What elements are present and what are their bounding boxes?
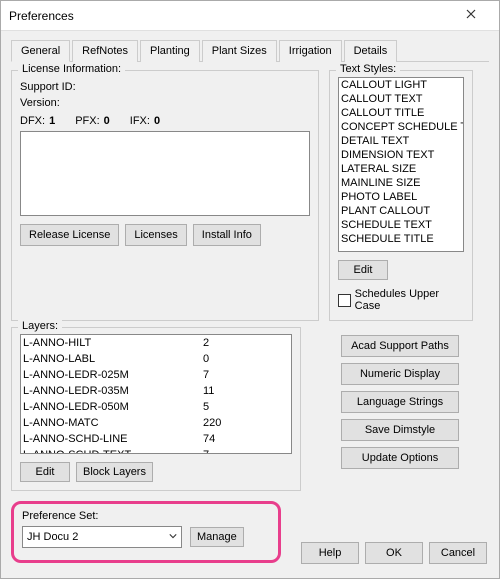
dfx-value: 1 <box>49 115 55 127</box>
titlebar: Preferences <box>1 1 499 31</box>
tab-strip: General RefNotes Planting Plant Sizes Ir… <box>11 39 489 62</box>
table-row[interactable]: L-ANNO-LABL0 <box>21 351 291 367</box>
schedules-upper-case-label: Schedules Upper Case <box>355 288 464 312</box>
numeric-display-button[interactable]: Numeric Display <box>341 363 459 385</box>
text-styles-legend: Text Styles: <box>336 63 400 75</box>
preference-set-legend: Preference Set: <box>22 510 270 522</box>
list-item[interactable]: SCHEDULE TITLE <box>339 232 463 246</box>
ifx-value: 0 <box>154 115 160 127</box>
acad-support-paths-button[interactable]: Acad Support Paths <box>341 335 459 357</box>
tab-irrigation[interactable]: Irrigation <box>279 40 342 62</box>
table-row[interactable]: L-ANNO-MATC220 <box>21 415 291 431</box>
list-item[interactable]: CALLOUT TEXT <box>339 92 463 106</box>
close-icon <box>466 9 476 22</box>
version-label: Version: <box>20 97 310 109</box>
tab-refnotes[interactable]: RefNotes <box>72 40 138 62</box>
licenses-button[interactable]: Licenses <box>125 224 186 246</box>
block-layers-button[interactable]: Block Layers <box>76 462 153 482</box>
dialog-buttons: Help OK Cancel <box>301 542 487 564</box>
text-styles-list[interactable]: CALLOUT LIGHT CALLOUT TEXT CALLOUT TITLE… <box>338 77 464 252</box>
tab-details[interactable]: Details <box>344 40 398 62</box>
save-dimstyle-button[interactable]: Save Dimstyle <box>341 419 459 441</box>
license-counts: DFX: 1 PFX: 0 IFX: 0 <box>20 115 310 127</box>
table-row[interactable]: L-ANNO-SCHD-LINE74 <box>21 431 291 447</box>
schedules-upper-case-checkbox[interactable]: Schedules Upper Case <box>338 288 464 312</box>
license-group: License Information: Support ID: Version… <box>11 70 319 321</box>
release-license-button[interactable]: Release License <box>20 224 119 246</box>
tab-planting[interactable]: Planting <box>140 40 200 62</box>
text-styles-group: Text Styles: CALLOUT LIGHT CALLOUT TEXT … <box>329 70 473 321</box>
support-id-label: Support ID: <box>20 81 310 93</box>
table-row[interactable]: L-ANNO-LEDR-025M7 <box>21 367 291 383</box>
layers-list[interactable]: L-ANNO-HILT2 L-ANNO-LABL0 L-ANNO-LEDR-02… <box>20 334 292 454</box>
right-button-column: Acad Support Paths Numeric Display Langu… <box>341 335 459 491</box>
list-item[interactable]: CALLOUT LIGHT <box>339 78 463 92</box>
content-area: General RefNotes Planting Plant Sizes Ir… <box>1 31 499 578</box>
preference-set-value: JH Docu 2 <box>27 531 78 543</box>
pfx-label: PFX: <box>75 115 99 127</box>
table-row[interactable]: L-ANNO-LEDR-050M5 <box>21 399 291 415</box>
pfx-value: 0 <box>104 115 110 127</box>
layers-edit-button[interactable]: Edit <box>20 462 70 482</box>
ok-button[interactable]: OK <box>365 542 423 564</box>
text-styles-edit-button[interactable]: Edit <box>338 260 388 280</box>
tab-general[interactable]: General <box>11 40 70 62</box>
chevron-down-icon <box>169 531 177 543</box>
list-item[interactable]: SCHEDULE TEXT <box>339 218 463 232</box>
install-info-button[interactable]: Install Info <box>193 224 261 246</box>
preferences-window: Preferences General RefNotes Planting Pl… <box>0 0 500 579</box>
list-item[interactable]: DIMENSION TEXT <box>339 148 463 162</box>
layers-group: Layers: L-ANNO-HILT2 L-ANNO-LABL0 L-ANNO… <box>11 327 301 491</box>
list-item[interactable]: LATERAL SIZE <box>339 162 463 176</box>
list-item[interactable]: CONCEPT SCHEDULE TEXT <box>339 120 463 134</box>
checkbox-icon <box>338 294 351 307</box>
list-item[interactable]: CALLOUT TITLE <box>339 106 463 120</box>
preference-set-group: Preference Set: JH Docu 2 Manage <box>11 501 281 563</box>
license-legend: License Information: <box>18 63 125 75</box>
language-strings-button[interactable]: Language Strings <box>341 391 459 413</box>
layers-legend: Layers: <box>18 320 62 332</box>
table-row[interactable]: L-ANNO-LEDR-035M11 <box>21 383 291 399</box>
table-row[interactable]: L-ANNO-HILT2 <box>21 335 291 351</box>
help-button[interactable]: Help <box>301 542 359 564</box>
close-button[interactable] <box>451 2 491 30</box>
license-text-area[interactable] <box>20 131 310 216</box>
list-item[interactable]: DETAIL TEXT <box>339 134 463 148</box>
window-title: Preferences <box>9 9 451 23</box>
list-item[interactable]: PLANT CALLOUT <box>339 204 463 218</box>
preference-set-dropdown[interactable]: JH Docu 2 <box>22 526 182 548</box>
ifx-label: IFX: <box>130 115 150 127</box>
list-item[interactable]: MAINLINE SIZE <box>339 176 463 190</box>
table-row[interactable]: L-ANNO-SCHD-TEXT7 <box>21 447 291 454</box>
update-options-button[interactable]: Update Options <box>341 447 459 469</box>
manage-button[interactable]: Manage <box>190 527 244 547</box>
cancel-button[interactable]: Cancel <box>429 542 487 564</box>
list-item[interactable]: PHOTO LABEL <box>339 190 463 204</box>
tab-plantsizes[interactable]: Plant Sizes <box>202 40 277 62</box>
dfx-label: DFX: <box>20 115 45 127</box>
